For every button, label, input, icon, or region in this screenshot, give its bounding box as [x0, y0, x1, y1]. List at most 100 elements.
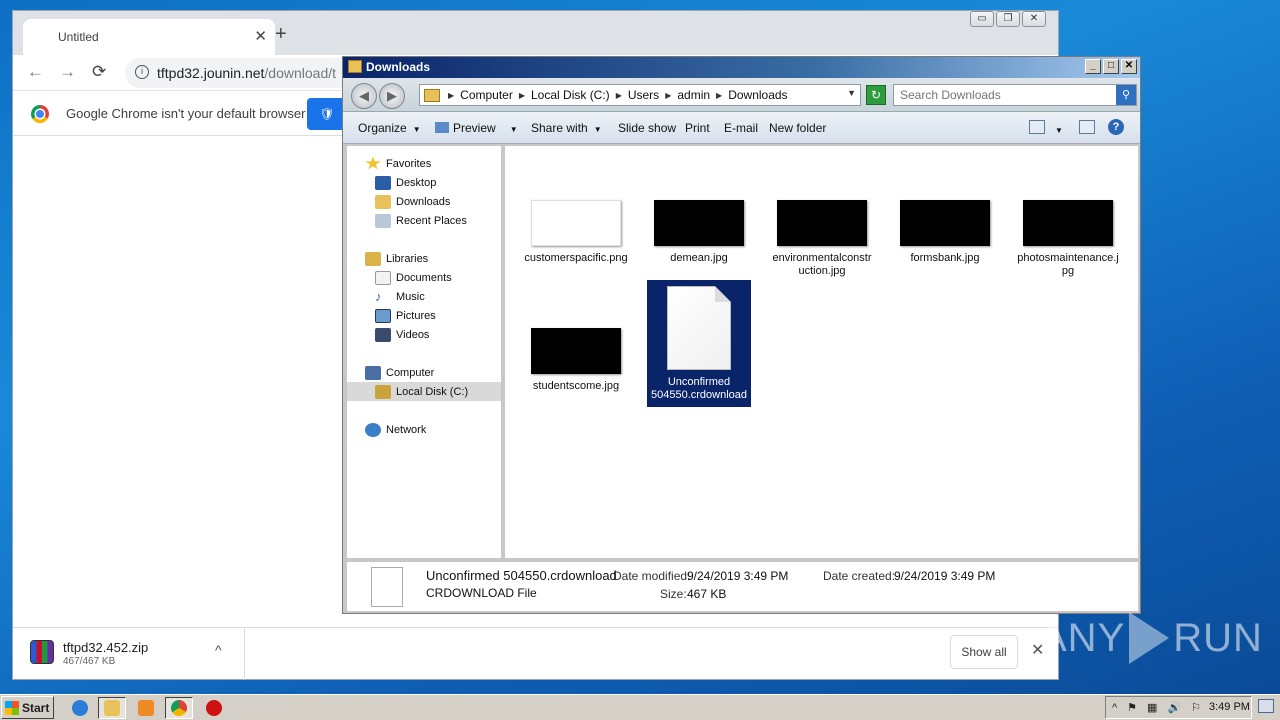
file-item[interactable]: formsbank.jpg — [893, 200, 997, 265]
search-input[interactable] — [894, 85, 1104, 105]
minimize-button[interactable]: _ — [1085, 59, 1101, 74]
folder-icon — [348, 60, 362, 73]
search-icon[interactable]: ⚲ — [1116, 85, 1136, 105]
winrar-archive-icon — [30, 640, 54, 664]
preview-button[interactable]: Preview ▼ — [435, 121, 518, 135]
nav-label: Network — [386, 423, 427, 436]
documents-icon — [375, 270, 391, 285]
tab-close-icon[interactable]: ✕ — [254, 27, 267, 45]
chevron-down-icon[interactable]: ▼ — [847, 88, 856, 98]
taskbar: Start ^ ⚑ ▦ 🔊 ⚐ 3:49 PM — [0, 694, 1280, 720]
nav-downloads[interactable]: Downloads — [347, 192, 501, 211]
chrome-window-controls: ▭ ❐ ✕ — [970, 11, 1046, 27]
image-thumbnail — [1023, 200, 1113, 246]
breadcrumb-local-disk[interactable]: Local Disk (C:) — [531, 88, 610, 102]
breadcrumb[interactable]: ▶ Computer ▶ Local Disk (C:) ▶ Users ▶ a… — [419, 84, 861, 106]
breadcrumb-admin[interactable]: admin — [677, 88, 710, 102]
image-thumbnail — [531, 328, 621, 374]
desktop-icon — [375, 175, 391, 190]
details-pane: Unconfirmed 504550.crdownload CRDOWNLOAD… — [347, 561, 1138, 611]
maximize-button[interactable]: □ — [1103, 59, 1119, 74]
download-item[interactable]: tftpd32.452.zip 467/467 KB ^ — [13, 628, 245, 680]
nav-documents[interactable]: Documents — [347, 268, 501, 287]
back-arrow-icon[interactable]: ◀ — [351, 83, 377, 109]
refresh-icon[interactable]: ↻ — [866, 85, 886, 105]
watermark-right-text: RUN — [1173, 615, 1263, 660]
volume-icon[interactable]: 🔊 — [1167, 701, 1181, 714]
taskbar-opera[interactable] — [200, 697, 228, 719]
view-options-icon[interactable] — [1029, 120, 1045, 134]
taskbar-ie[interactable] — [66, 697, 94, 719]
forward-arrow-icon[interactable]: ▶ — [379, 83, 405, 109]
close-button[interactable]: ✕ — [1121, 59, 1137, 74]
forward-button[interactable]: → — [59, 62, 76, 82]
set-default-button[interactable]: 🛡 — [307, 98, 347, 130]
start-button[interactable]: Start — [1, 696, 54, 719]
flag-icon[interactable]: ⚐ — [1191, 701, 1201, 714]
restore-button[interactable]: ❐ — [996, 11, 1020, 27]
windows-logo-icon — [5, 700, 19, 715]
nav-label: Desktop — [396, 176, 437, 189]
nav-music[interactable]: ♪ Music — [347, 287, 501, 306]
date-modified-value: 9/24/2019 3:49 PM — [687, 569, 789, 583]
browser-tab[interactable]: Untitled ✕ — [23, 19, 275, 55]
details-filename: Unconfirmed 504550.crdownload — [426, 568, 617, 583]
file-item[interactable]: environmentalconstruction.jpg — [770, 200, 874, 278]
back-button[interactable]: ← — [27, 62, 44, 82]
breadcrumb-computer[interactable]: Computer — [460, 88, 513, 102]
nav-local-disk[interactable]: Local Disk (C:) — [347, 382, 501, 401]
taskbar-chrome[interactable] — [165, 697, 193, 719]
chevron-down-icon: ▼ — [593, 125, 602, 134]
nav-network[interactable]: Network — [347, 420, 501, 439]
show-desktop-icon[interactable] — [1258, 699, 1274, 713]
folder-icon — [424, 88, 440, 102]
view-dropdown-icon[interactable]: ▼ — [1055, 122, 1063, 136]
explorer-titlebar[interactable]: Downloads _ □ ✕ — [343, 57, 1140, 78]
close-window-button[interactable]: ✕ — [1022, 11, 1046, 27]
preview-pane-icon[interactable] — [1079, 120, 1095, 134]
minimize-button[interactable]: ▭ — [970, 11, 994, 27]
file-item[interactable]: photosmaintenance.jpg — [1016, 200, 1120, 278]
taskbar-media-player[interactable] — [132, 697, 160, 719]
new-folder-button[interactable]: New folder — [769, 121, 826, 135]
chevron-down-icon: ▼ — [509, 125, 518, 134]
chevron-up-icon[interactable]: ^ — [215, 642, 222, 658]
slide-show-button[interactable]: Slide show — [618, 121, 676, 135]
tray-expand-icon[interactable]: ^ — [1112, 702, 1117, 714]
email-button[interactable]: E-mail — [724, 121, 758, 135]
breadcrumb-users[interactable]: Users — [628, 88, 659, 102]
help-icon[interactable]: ? — [1108, 119, 1124, 135]
tab-title: Untitled — [58, 30, 99, 44]
address-bar[interactable]: i tftpd32.jounin.net/download/t — [125, 58, 365, 88]
nav-libraries[interactable]: Libraries — [347, 249, 501, 268]
network-icon[interactable]: ▦ — [1147, 701, 1157, 714]
share-with-button[interactable]: Share with ▼ — [531, 121, 602, 135]
explorer-window-controls: _ □ ✕ — [1085, 59, 1137, 74]
file-name: photosmaintenance.jpg — [1017, 252, 1119, 277]
show-all-button[interactable]: Show all — [950, 635, 1018, 669]
nav-computer[interactable]: Computer — [347, 363, 501, 382]
action-center-icon[interactable]: ⚑ — [1127, 701, 1137, 714]
nav-pictures[interactable]: Pictures — [347, 306, 501, 325]
file-item[interactable]: studentscome.jpg — [524, 328, 628, 393]
print-button[interactable]: Print — [685, 121, 710, 135]
clock[interactable]: 3:49 PM — [1209, 701, 1250, 713]
breadcrumb-downloads[interactable]: Downloads — [728, 88, 787, 102]
file-item[interactable]: customerspacific.png — [524, 200, 628, 265]
nav-recent-places[interactable]: Recent Places — [347, 211, 501, 230]
nav-desktop[interactable]: Desktop — [347, 173, 501, 192]
nav-favorites[interactable]: Favorites — [347, 154, 501, 173]
nav-videos[interactable]: Videos — [347, 325, 501, 344]
breadcrumb-separator-icon: ▶ — [665, 90, 672, 100]
opera-icon — [206, 700, 222, 716]
nav-label: Documents — [396, 271, 452, 284]
shield-icon: 🛡 — [319, 107, 335, 121]
file-item-selected[interactable]: Unconfirmed 504550.crdownload — [647, 280, 751, 407]
file-item[interactable]: demean.jpg — [647, 200, 751, 265]
organize-button[interactable]: Organize ▼ — [358, 121, 421, 135]
taskbar-explorer[interactable] — [98, 697, 126, 719]
site-info-icon[interactable]: i — [135, 65, 149, 79]
new-tab-button[interactable]: + — [275, 23, 287, 46]
nav-label: Videos — [396, 328, 430, 341]
reload-button[interactable]: ⟳ — [92, 62, 106, 82]
